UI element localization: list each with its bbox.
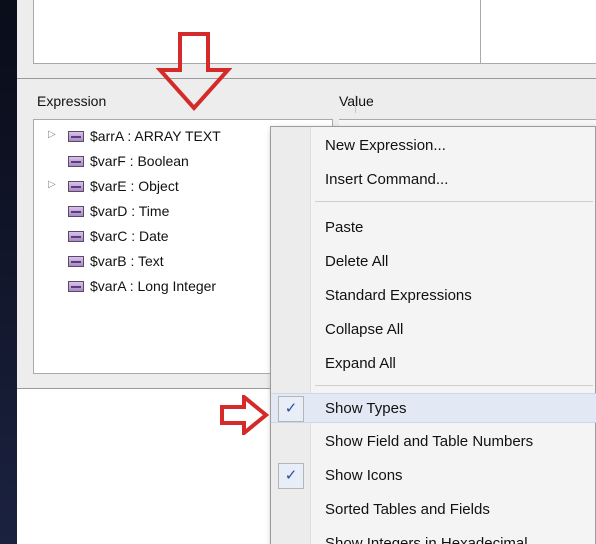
checkmark-icon: ✓ [278,396,304,422]
menu-item-label: Show Types [325,400,407,417]
menu-item-label: Collapse All [325,321,404,338]
menu-item-label: Sorted Tables and Fields [325,501,490,518]
menu-item-show-types[interactable]: ✓ Show Types [271,393,596,423]
checkmark-icon: ✓ [278,463,304,489]
menu-item-insert-command[interactable]: Insert Command... [271,165,596,195]
tree-row-label: $varA : Long Integer [90,278,217,294]
menu-item-label: Expand All [325,355,396,372]
column-header-row: Expression Value [33,93,596,113]
menu-item-sorted-tables-and-fields[interactable]: Sorted Tables and Fields [271,495,596,525]
menu-item-delete-all[interactable]: Delete All [271,247,596,277]
variable-icon [68,206,84,217]
menu-item-label: Show Icons [325,467,403,484]
menu-item-expand-all[interactable]: Expand All [271,349,596,379]
upper-list-right[interactable] [481,0,596,64]
variable-icon [68,281,84,292]
variable-icon [68,156,84,167]
menu-item-label: Standard Expressions [325,287,472,304]
tree-row-label: $varD : Time [90,203,170,219]
expand-triangle-icon[interactable]: ▷ [48,179,56,190]
menu-item-show-integers-in-hexadecimal[interactable]: Show Integers in Hexadecimal [271,529,596,544]
upper-pane [17,0,596,78]
upper-list-left[interactable] [33,0,481,64]
menu-item-standard-expressions[interactable]: Standard Expressions [271,281,596,311]
tree-row-label: $varB : Text [90,253,164,269]
tree-row-label: $varC : Date [90,228,169,244]
menu-item-collapse-all[interactable]: Collapse All [271,315,596,345]
menu-separator [315,201,593,202]
menu-item-label: Paste [325,219,364,236]
variable-icon [68,231,84,242]
variable-icon [68,256,84,267]
tree-row-label: $arrA : ARRAY TEXT [90,128,221,144]
column-header-expression[interactable]: Expression [37,93,106,109]
expand-triangle-icon[interactable]: ▷ [48,129,56,140]
menu-item-label: New Expression... [325,137,446,154]
menu-item-paste[interactable]: Paste [271,213,596,243]
menu-item-label: Insert Command... [325,171,449,188]
tree-row-label: $varF : Boolean [90,153,189,169]
variable-icon [68,131,84,142]
menu-item-label: Show Integers in Hexadecimal [325,535,528,544]
column-header-value[interactable]: Value [339,93,374,109]
variable-icon [68,181,84,192]
menu-item-label: Show Field and Table Numbers [325,433,534,450]
tree-row-label: $varE : Object [90,178,179,194]
menu-separator [315,385,593,386]
red-down-arrow-icon [156,32,232,111]
context-menu: New Expression... Insert Command... Past… [270,126,596,544]
menu-item-show-field-and-table-numbers[interactable]: Show Field and Table Numbers [271,427,596,457]
red-right-arrow-icon [220,395,270,435]
menu-item-label: Delete All [325,253,389,270]
menu-item-new-expression[interactable]: New Expression... [271,131,596,161]
menu-item-show-icons[interactable]: ✓ Show Icons [271,461,596,491]
